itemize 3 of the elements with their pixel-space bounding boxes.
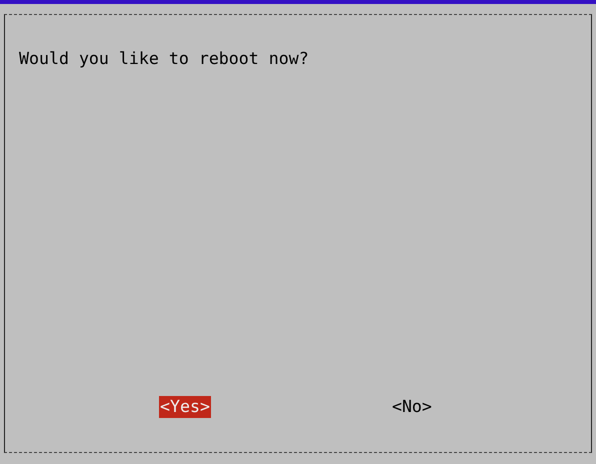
dialog-button[interactable]: <No> xyxy=(390,396,433,418)
dialog-message: Would you like to reboot now? xyxy=(19,48,310,70)
dialog-button[interactable]: <Yes> xyxy=(159,396,211,418)
